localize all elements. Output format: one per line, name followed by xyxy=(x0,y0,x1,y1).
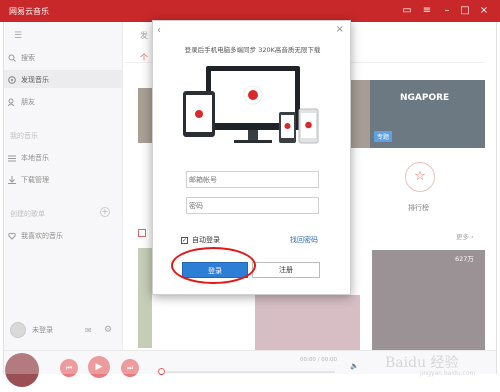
highlight-ellipse xyxy=(171,247,256,284)
maximize-icon[interactable]: □ xyxy=(458,4,472,18)
auto-login-checkbox[interactable]: ✓ 自动登录 xyxy=(181,235,220,245)
minimize-icon[interactable]: – xyxy=(440,4,454,18)
auto-login-label[interactable]: 自动登录 xyxy=(192,235,220,245)
back-icon[interactable]: ‹ xyxy=(157,25,161,36)
password-field[interactable] xyxy=(186,197,319,214)
title-bar: 网易云音乐 ▭ ≡ – □ × xyxy=(0,0,500,22)
app-title: 网易云音乐 xyxy=(9,7,49,16)
settings-icon[interactable]: ≡ xyxy=(420,4,434,18)
close-window-icon[interactable]: × xyxy=(477,4,491,18)
mini-mode-icon[interactable]: ▭ xyxy=(400,4,414,18)
forgot-password-link[interactable]: 找回密码 xyxy=(290,235,318,245)
close-icon[interactable]: × xyxy=(336,24,344,35)
email-field[interactable] xyxy=(186,171,319,188)
checkbox-checked-icon[interactable]: ✓ xyxy=(181,236,188,244)
register-button[interactable]: 注册 xyxy=(252,262,320,278)
watermark-logo: Baidu 经验 xyxy=(385,355,459,371)
watermark-url: jingyan.baidu.com xyxy=(420,370,476,377)
login-message: 登录后手机电脑多端同步 320K高音质无限下载 xyxy=(184,46,321,54)
devices-illustration xyxy=(183,66,319,144)
